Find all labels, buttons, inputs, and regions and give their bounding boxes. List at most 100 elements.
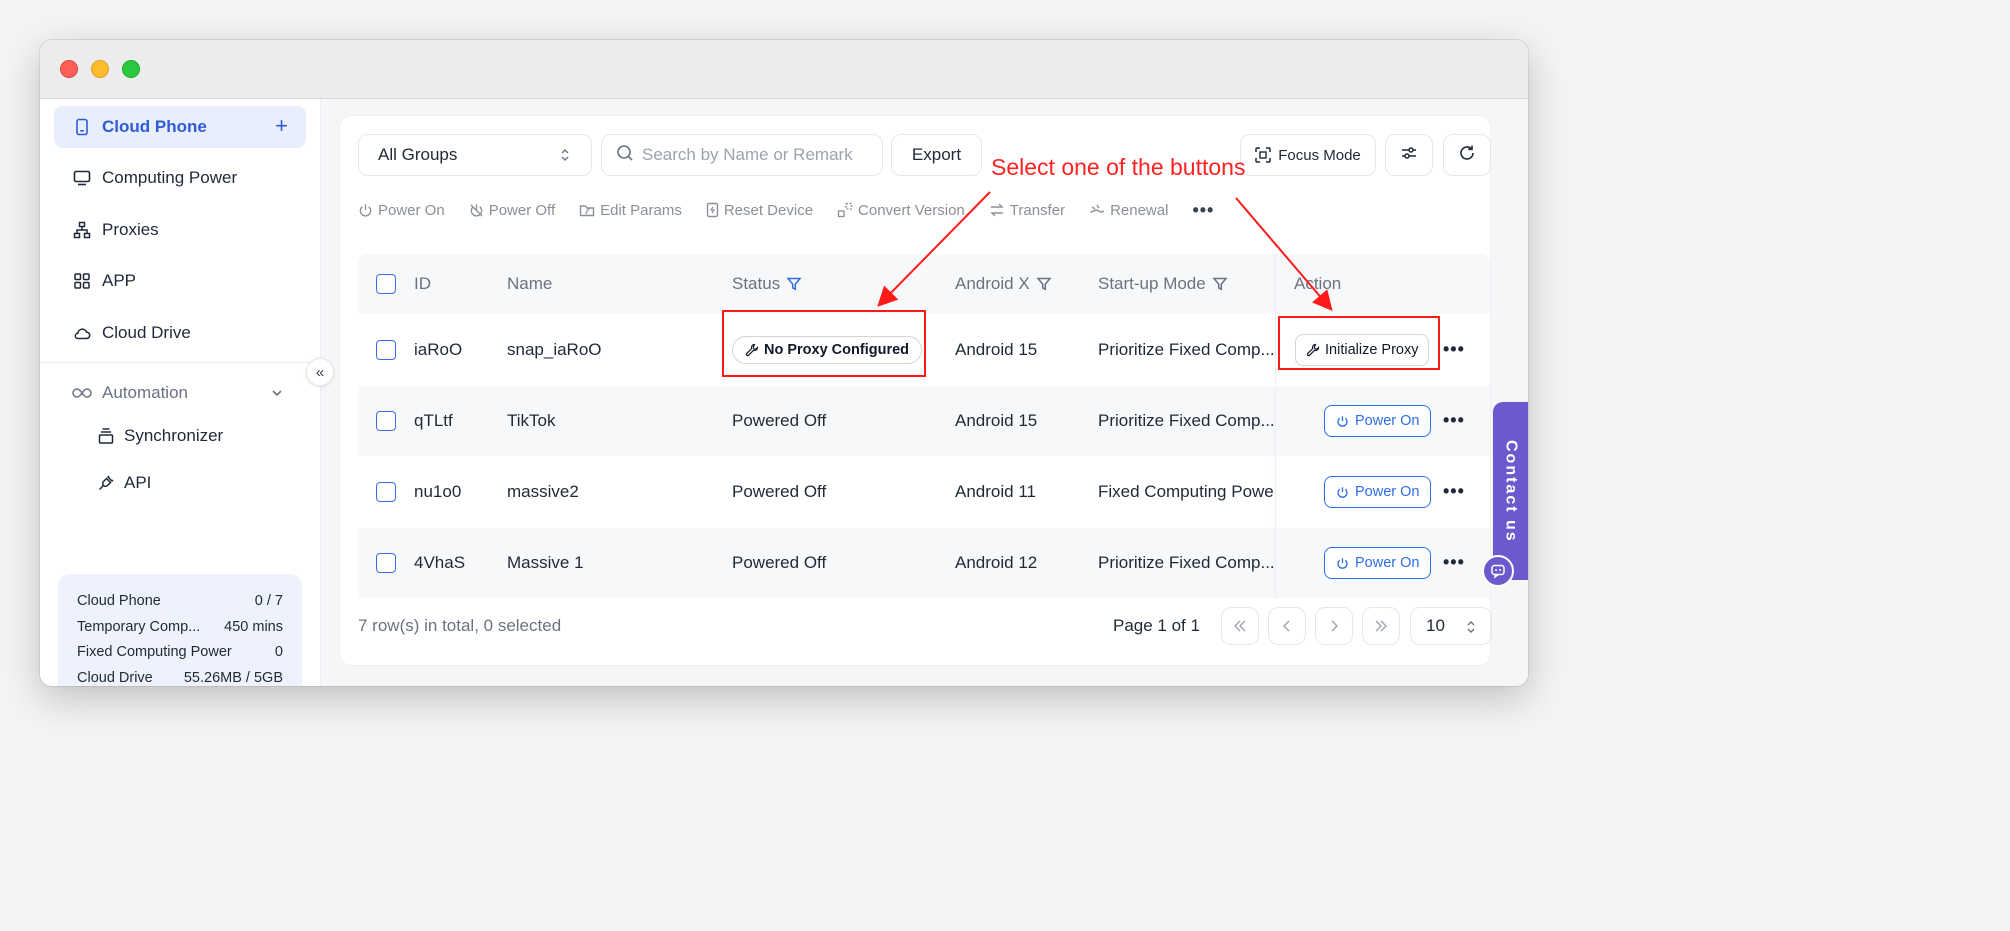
power-icon (1337, 415, 1348, 427)
first-page-button[interactable] (1221, 607, 1259, 645)
updown-chevron-icon (559, 147, 571, 168)
cell-name: snap_iaRoO (507, 340, 602, 359)
sidebar-item-api[interactable]: API (96, 463, 151, 503)
column-settings-button[interactable] (1385, 134, 1433, 176)
monitor-icon (72, 168, 92, 188)
row-checkbox[interactable] (376, 553, 396, 573)
filter-icon[interactable] (1212, 276, 1228, 292)
power-on-button[interactable]: Power On (1324, 547, 1432, 579)
filter-icon[interactable] (786, 276, 802, 292)
usage-label: Temporary Comp... (77, 618, 201, 635)
focus-mode-button[interactable]: Focus Mode (1240, 134, 1376, 176)
cell-name: Massive 1 (507, 553, 584, 572)
transfer-icon (990, 203, 1004, 217)
power-on-button[interactable]: Power On (1324, 405, 1432, 437)
apps-grid-icon (72, 271, 92, 291)
toolbar-label: Convert Version (858, 201, 965, 219)
add-cloud-phone-button[interactable]: + (275, 115, 288, 137)
convert-version-button[interactable]: Convert Version (837, 202, 965, 219)
cell-startup-mode: Prioritize Fixed Comp... (1098, 553, 1275, 572)
toolbar-more-button[interactable]: ••• (1192, 200, 1214, 221)
bulk-power-on-button[interactable]: Power On (358, 202, 445, 219)
bulk-power-off-button[interactable]: Power Off (469, 202, 555, 219)
toolbar-label: Transfer (1009, 201, 1066, 219)
filter-icon[interactable] (1036, 276, 1052, 292)
column-header-android[interactable]: Android X (955, 254, 1052, 314)
sticky-column-divider (1275, 457, 1276, 527)
power-on-label: Power On (1355, 413, 1420, 429)
select-all-checkbox[interactable] (376, 274, 396, 294)
cell-status: Powered Off (732, 411, 827, 430)
sidebar-item-app[interactable]: APP (54, 260, 306, 302)
row-more-button[interactable]: ••• (1443, 481, 1465, 501)
cloud-phone-panel: All Groups Export Focus Mode (339, 115, 1492, 666)
column-header-status[interactable]: Status (732, 254, 802, 314)
sidebar-divider (40, 362, 321, 363)
previous-page-button[interactable] (1268, 607, 1306, 645)
row-checkbox[interactable] (376, 340, 396, 360)
close-window-button[interactable] (60, 60, 78, 78)
column-header-label: Status (732, 274, 781, 293)
column-header-startup-mode[interactable]: Start-up Mode (1098, 254, 1276, 314)
usage-row: Fixed Computing Power 0 (77, 639, 283, 665)
sidebar-item-label: Cloud Phone (102, 117, 207, 136)
usage-value: 0 / 7 (254, 592, 283, 609)
table-row[interactable]: qTLtf TikTok Powered Off Android 15 Prio… (358, 385, 1490, 456)
page-size-select[interactable]: 10 (1410, 607, 1492, 645)
double-chevron-left-icon: « (315, 363, 325, 381)
sidebar-item-cloud-drive[interactable]: Cloud Drive (54, 312, 306, 354)
cell-id: iaRoO (414, 340, 463, 359)
row-checkbox[interactable] (376, 411, 396, 431)
renewal-button[interactable]: Renewal (1089, 202, 1168, 219)
next-page-button[interactable] (1315, 607, 1353, 645)
power-icon (359, 203, 372, 217)
column-header-id[interactable]: ID (414, 254, 431, 314)
group-select[interactable]: All Groups (358, 134, 592, 176)
transfer-button[interactable]: Transfer (989, 202, 1065, 219)
usage-row: Temporary Comp... 450 mins (77, 614, 283, 640)
zoom-window-button[interactable] (122, 60, 140, 78)
search-box (601, 134, 883, 176)
refresh-icon (1458, 144, 1476, 167)
export-button[interactable]: Export (891, 134, 982, 176)
chat-bubble-icon[interactable] (1482, 555, 1514, 587)
table-header: ID Name Status Android X Start-up Mode A… (358, 254, 1490, 314)
reset-device-button[interactable]: Reset Device (706, 202, 813, 219)
toolbar-label: Power Off (488, 201, 556, 219)
sidebar-item-label: API (124, 473, 152, 492)
row-checkbox[interactable] (376, 482, 396, 502)
row-more-button[interactable]: ••• (1443, 339, 1465, 359)
title-bar (40, 40, 1528, 99)
minimize-window-button[interactable] (91, 60, 109, 78)
focus-icon (1255, 147, 1271, 163)
automation-group-toggle[interactable]: Automation (54, 373, 306, 413)
toolbar-label: Renewal (1110, 201, 1169, 219)
sidebar-item-computing-power[interactable]: Computing Power (54, 157, 306, 199)
cell-startup-mode: Prioritize Fixed Comp... (1098, 411, 1275, 430)
row-more-button[interactable]: ••• (1443, 410, 1465, 430)
search-input[interactable] (642, 145, 872, 165)
toolbar-label: Edit Params (600, 201, 682, 219)
row-more-button[interactable]: ••• (1443, 552, 1465, 572)
cell-android: Android 12 (955, 553, 1038, 572)
usage-row: Cloud Drive 55.26MB / 5GB (77, 665, 283, 686)
usage-label: Cloud Drive (77, 669, 153, 686)
table-row[interactable]: nu1o0 massive2 Powered Off Android 11 Fi… (358, 456, 1490, 527)
annotation-box-action (1278, 316, 1440, 370)
column-header-name[interactable]: Name (507, 254, 552, 314)
sidebar-item-cloud-phone[interactable]: Cloud Phone + (54, 106, 306, 148)
toolbar-label: Power On (378, 201, 445, 219)
convert-icon (837, 202, 853, 218)
infinity-icon (72, 383, 92, 403)
last-page-button[interactable] (1362, 607, 1400, 645)
table-row[interactable]: 4VhaS Massive 1 Powered Off Android 12 P… (358, 527, 1490, 598)
power-on-button[interactable]: Power On (1324, 476, 1432, 508)
updown-chevron-icon (1467, 621, 1475, 633)
sidebar-item-synchronizer[interactable]: Synchronizer (96, 416, 223, 456)
refresh-button[interactable] (1443, 134, 1491, 176)
edit-params-button[interactable]: Edit Params (579, 202, 682, 219)
sidebar-item-proxies[interactable]: Proxies (54, 209, 306, 251)
search-icon (616, 144, 634, 167)
contact-us-tab[interactable]: Contact us (1493, 402, 1528, 580)
collapse-sidebar-button[interactable]: « (306, 358, 334, 386)
